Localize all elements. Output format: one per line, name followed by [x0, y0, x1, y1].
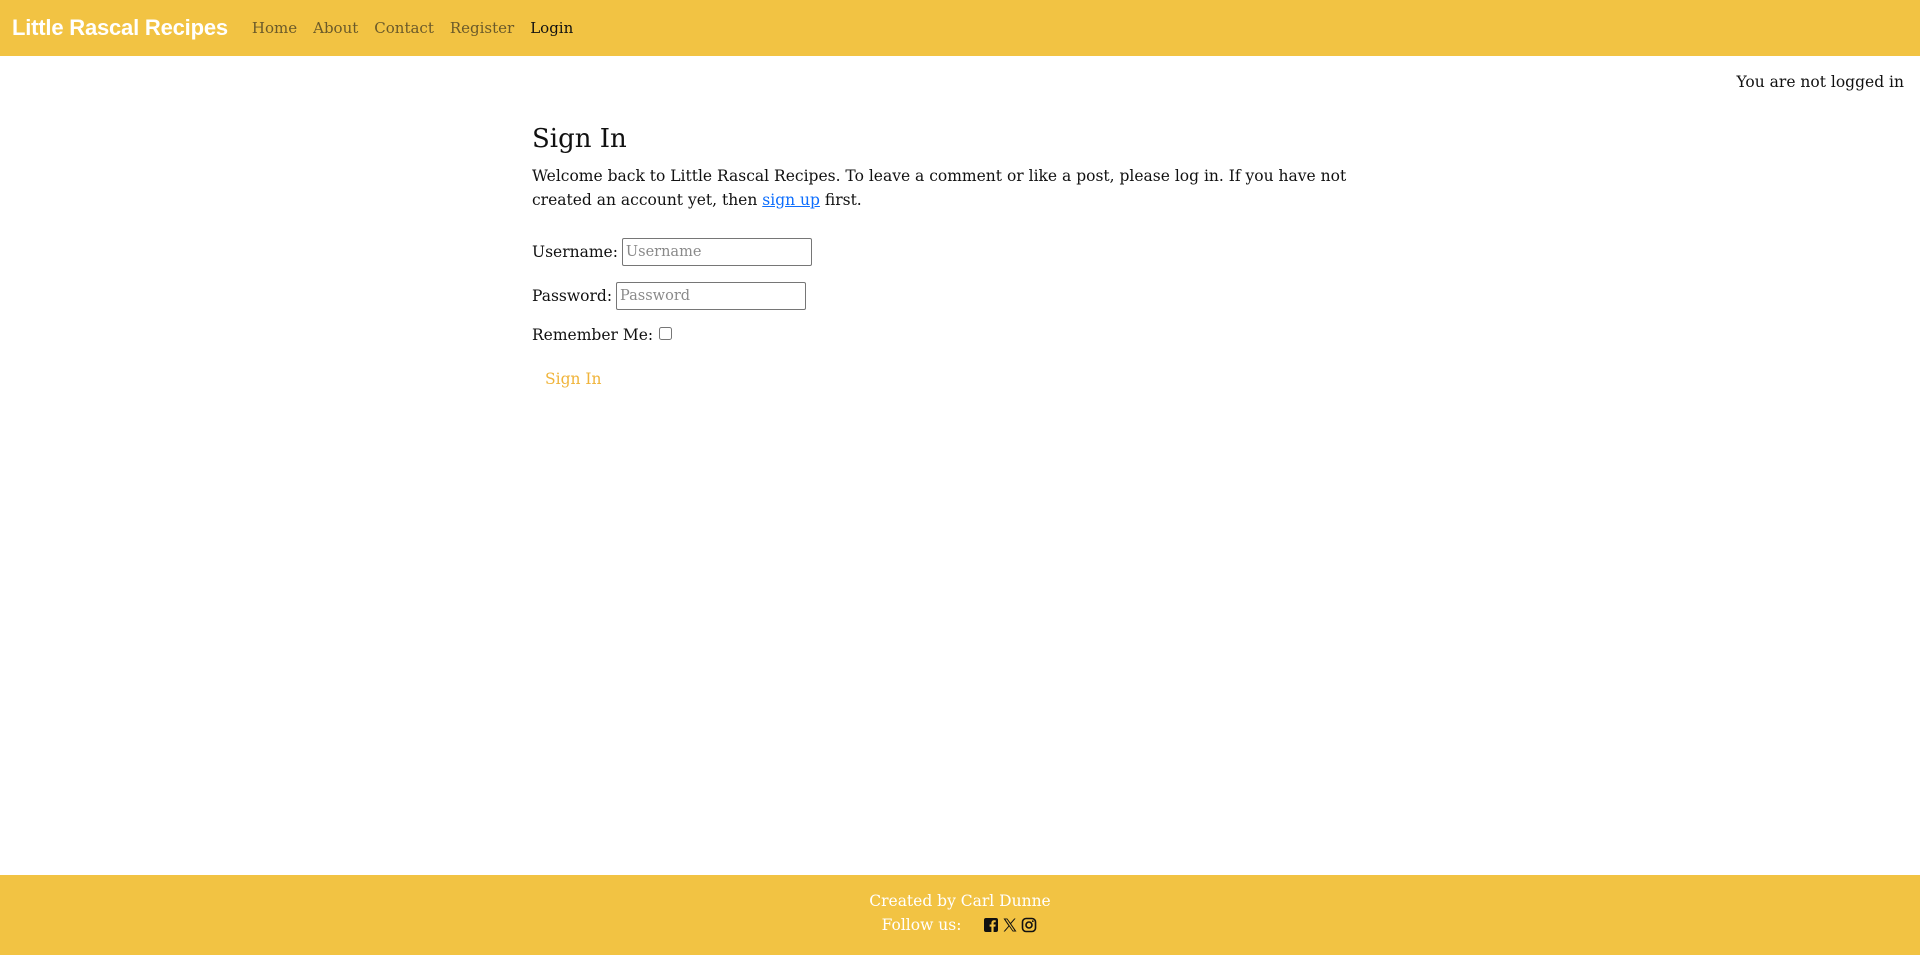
password-row: Password: — [532, 282, 1372, 310]
instagram-icon[interactable] — [1021, 917, 1037, 933]
password-input[interactable] — [616, 282, 807, 310]
remember-label: Remember Me: — [532, 326, 654, 344]
facebook-icon[interactable] — [983, 917, 999, 933]
intro-paragraph: Welcome back to Little Rascal Recipes. T… — [532, 164, 1372, 212]
login-status-text: You are not logged in — [1736, 73, 1904, 91]
username-input[interactable] — [621, 238, 812, 266]
brand-link[interactable]: Little Rascal Recipes — [12, 15, 228, 41]
remember-me-checkbox[interactable] — [659, 326, 673, 340]
follow-us-label: Follow us: — [881, 916, 962, 934]
username-label: Username: — [532, 243, 618, 261]
page-title: Sign In — [532, 124, 627, 154]
login-form: Username: Password: Remember Me: Sign In — [532, 238, 1372, 388]
username-row: Username: — [532, 238, 1372, 266]
intro-text-after: first. — [819, 191, 862, 209]
intro-text-before: Welcome back to Little Rascal Recipes. T… — [532, 167, 1347, 209]
footer: Created by Carl Dunne Follow us: — [0, 875, 1920, 955]
nav-link-register[interactable]: Register — [442, 19, 522, 37]
nav-link-login[interactable]: Login — [522, 19, 581, 37]
sign-in-button[interactable]: Sign In — [545, 370, 602, 388]
password-label: Password: — [532, 287, 613, 305]
nav-link-about[interactable]: About — [305, 19, 366, 37]
nav-link-home[interactable]: Home — [244, 19, 305, 37]
x-twitter-icon[interactable] — [1002, 917, 1018, 933]
nav-link-contact[interactable]: Contact — [366, 19, 442, 37]
footer-created-by: Created by Carl Dunne — [869, 892, 1051, 910]
sign-up-link[interactable]: sign up — [762, 191, 820, 209]
main-content: Sign In Welcome back to Little Rascal Re… — [532, 124, 1372, 388]
footer-follow-row: Follow us: — [0, 916, 1920, 934]
remember-row: Remember Me: — [532, 326, 1372, 344]
navbar: Little Rascal Recipes Home About Contact… — [0, 0, 1920, 56]
